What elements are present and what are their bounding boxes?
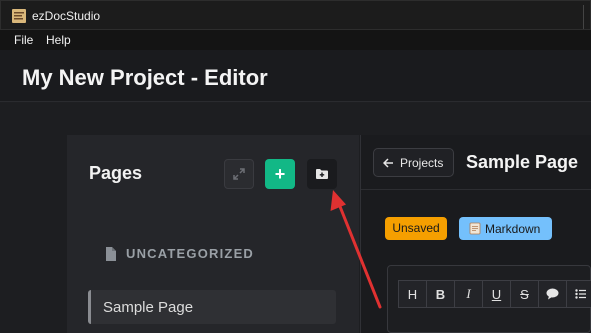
markdown-badge-label: Markdown [485,221,541,236]
unsaved-badge: Unsaved [385,217,447,240]
add-page-button[interactable]: + [265,159,295,189]
list-icon [574,289,586,299]
menu-help[interactable]: Help [46,33,71,47]
formatting-toolbar: H B I U S [387,265,591,333]
italic-button[interactable]: I [454,280,483,308]
file-icon [106,246,116,261]
window-edge [583,5,584,29]
app-icon [12,9,26,23]
note-icon [469,222,481,235]
editor-page-title: Sample Page [466,152,579,172]
page-item-sample-page[interactable]: Sample Page [88,290,336,324]
arrow-left-icon [383,157,393,168]
folder-plus-icon [316,169,328,179]
heading-button[interactable]: H [398,280,427,308]
folder-plus-button[interactable] [307,159,337,189]
category-label: UNCATEGORIZED [126,246,255,261]
app-title: ezDocStudio [32,9,101,23]
comment-icon [546,288,559,300]
underline-button[interactable]: U [482,280,511,308]
title-bar: ezDocStudio [0,0,591,30]
projects-back-label: Projects [400,155,444,170]
projects-back-button[interactable]: Projects [373,148,454,177]
comment-button[interactable] [538,280,567,308]
menu-file[interactable]: File [14,33,33,47]
markdown-badge: Markdown [459,217,552,240]
editor-topbar: Projects Sample Page [361,135,591,190]
menu-bar: File Help [0,30,591,50]
toolbar-row: H B I U S [398,280,591,308]
content-area: Pages + UNCATEGORIZED Sample Page Projec… [0,103,591,333]
page-item-label: Sample Page [103,299,194,316]
page-header: My New Project - Editor [0,50,591,102]
list-button[interactable] [566,280,591,308]
category-uncategorized[interactable]: UNCATEGORIZED [105,246,254,261]
pages-title: Pages [89,163,143,183]
strikethrough-button[interactable]: S [510,280,539,308]
page-title: My New Project - Editor [22,65,268,90]
pages-panel: Pages + UNCATEGORIZED Sample Page [67,135,359,333]
expand-icon [233,168,245,180]
bold-button[interactable]: B [426,280,455,308]
editor-panel: Projects Sample Page Unsaved Markdown H … [361,135,591,333]
expand-button[interactable] [224,159,254,189]
